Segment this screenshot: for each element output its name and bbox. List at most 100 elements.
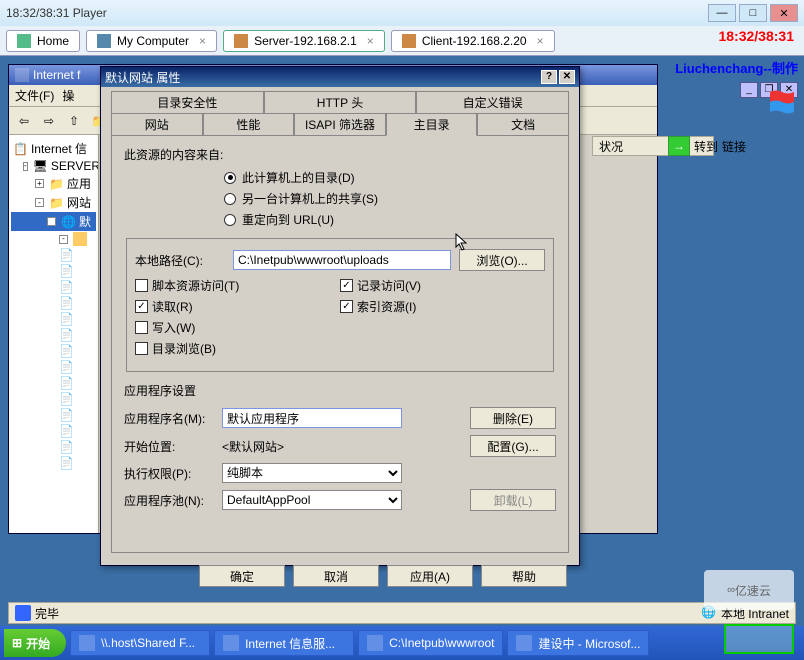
tree-sub[interactable]: 📄 <box>11 359 96 375</box>
tree-sub[interactable]: 📄 <box>11 455 96 471</box>
tab-website[interactable]: 网站 <box>111 113 203 135</box>
config-button[interactable]: 配置(G)... <box>470 435 556 457</box>
tree-sub[interactable]: 📄 <box>11 279 96 295</box>
exec-perm-select[interactable]: 纯脚本 <box>222 463 402 483</box>
cancel-button[interactable]: 取消 <box>293 565 379 587</box>
forward-icon[interactable]: ⇨ <box>38 110 60 132</box>
ok-button[interactable]: 确定 <box>199 565 285 587</box>
tree-default-site[interactable]: -🌐 默 <box>11 212 96 231</box>
folder-icon <box>367 635 383 651</box>
local-path-input[interactable] <box>233 250 451 270</box>
checkbox-icon[interactable] <box>135 342 148 355</box>
collapse-icon[interactable]: - <box>35 198 44 207</box>
radio-icon[interactable] <box>224 172 236 184</box>
radio-local-dir[interactable]: 此计算机上的目录(D) <box>224 169 556 186</box>
tab-custom-errors[interactable]: 自定义错误 <box>416 91 569 113</box>
tree-sub[interactable]: 📄 <box>11 423 96 439</box>
tree-apps[interactable]: +📁 应用 <box>11 174 96 193</box>
menu-file[interactable]: 文件(F) <box>15 87 54 104</box>
help-button[interactable]: 帮助 <box>481 565 567 587</box>
tree-server[interactable]: -🖥 SERVER6 <box>11 158 96 174</box>
expand-icon[interactable]: + <box>35 179 44 188</box>
tab-performance[interactable]: 性能 <box>203 113 295 135</box>
minimize-btn[interactable]: — <box>708 4 736 22</box>
tree-sub[interactable]: 📄 <box>11 439 96 455</box>
windows-logo-icon: ⊞ <box>12 636 22 650</box>
task-shared-folder[interactable]: \\.host\Shared F... <box>70 630 210 656</box>
help-icon[interactable]: ? <box>541 70 557 84</box>
server-icon <box>234 34 248 48</box>
tree-sub[interactable]: 📄 <box>11 391 96 407</box>
dialog-buttons: 确定 取消 应用(A) 帮助 <box>101 557 579 595</box>
maximize-btn[interactable]: □ <box>739 4 767 22</box>
radio-share[interactable]: 另一台计算机上的共享(S) <box>224 190 556 207</box>
app-pool-select[interactable]: DefaultAppPool <box>222 490 402 510</box>
tab-home[interactable]: Home <box>6 30 80 52</box>
check-script-source[interactable]: 脚本资源访问(T) <box>135 277 239 294</box>
minimize-icon[interactable]: _ <box>740 82 758 98</box>
folder-icon <box>73 232 87 246</box>
iis-icon <box>15 68 29 82</box>
checkbox-icon[interactable] <box>135 300 148 313</box>
close-btn[interactable]: ✕ <box>770 4 798 22</box>
checkbox-icon[interactable] <box>340 300 353 313</box>
start-button[interactable]: ⊞ 开始 <box>4 629 66 657</box>
links-label[interactable]: 链接 <box>722 138 746 155</box>
collapse-icon[interactable]: - <box>23 162 28 171</box>
radio-redirect[interactable]: 重定向到 URL(U) <box>224 211 556 228</box>
tab-client[interactable]: Client-192.168.2.20× <box>391 30 555 52</box>
task-ie[interactable]: 建设中 - Microsof... <box>507 630 649 656</box>
collapse-icon[interactable]: - <box>47 217 56 226</box>
col-status[interactable]: 状况 <box>599 138 623 155</box>
remove-button[interactable]: 删除(E) <box>470 407 556 429</box>
tab-http-headers[interactable]: HTTP 头 <box>264 91 417 113</box>
app-name-input[interactable] <box>222 408 402 428</box>
checkbox-icon[interactable] <box>135 279 148 292</box>
tab-documents[interactable]: 文档 <box>477 113 569 135</box>
checkbox-icon[interactable] <box>135 321 148 334</box>
tree-sub[interactable]: 📄 <box>11 375 96 391</box>
tree-sub[interactable]: 📄 <box>11 247 96 263</box>
windows-flag-icon <box>766 86 798 118</box>
go-button[interactable]: → <box>668 136 690 156</box>
check-dir-browse[interactable]: 目录浏览(B) <box>135 340 216 357</box>
tab-home-directory[interactable]: 主目录 <box>386 113 478 136</box>
unload-button: 卸载(L) <box>470 489 556 511</box>
close-icon[interactable]: × <box>367 34 374 48</box>
check-write[interactable]: 写入(W) <box>135 319 195 336</box>
browse-button[interactable]: 浏览(O)... <box>459 249 545 271</box>
check-read[interactable]: 读取(R) <box>135 298 193 315</box>
up-icon[interactable]: ⇧ <box>63 110 85 132</box>
check-index[interactable]: 索引资源(I) <box>340 298 416 315</box>
tab-isapi[interactable]: ISAPI 筛选器 <box>294 113 386 135</box>
radio-icon[interactable] <box>224 193 236 205</box>
tree-root[interactable]: 📋 Internet 信 <box>11 139 96 158</box>
menu-edit[interactable]: 操 <box>62 87 74 104</box>
back-icon[interactable]: ⇦ <box>13 110 35 132</box>
tab-server[interactable]: Server-192.168.2.1× <box>223 30 385 52</box>
close-icon[interactable]: × <box>537 34 544 48</box>
tree-sub[interactable]: - <box>11 231 96 247</box>
tree-sub[interactable]: 📄 <box>11 327 96 343</box>
check-log[interactable]: 记录访问(V) <box>340 277 421 294</box>
close-icon[interactable]: ✕ <box>559 70 575 84</box>
close-icon[interactable]: × <box>199 34 206 48</box>
tabs-row-2: 网站 性能 ISAPI 筛选器 主目录 文档 <box>111 113 569 135</box>
task-explorer[interactable]: C:\Inetpub\wwwroot <box>358 630 503 656</box>
apply-button[interactable]: 应用(A) <box>387 565 473 587</box>
tree-sub[interactable]: 📄 <box>11 263 96 279</box>
tree-sub[interactable]: 📄 <box>11 295 96 311</box>
dialog-titlebar[interactable]: 默认网站 属性 ? ✕ <box>101 67 579 87</box>
tree-sub[interactable]: 📄 <box>11 311 96 327</box>
tree-web[interactable]: +📁 Web . <box>11 531 96 533</box>
tab-dir-security[interactable]: 目录安全性 <box>111 91 264 113</box>
tree-view[interactable]: 📋 Internet 信 -🖥 SERVER6 +📁 应用 -📁 网站 -🌐 默… <box>9 135 99 533</box>
tree-sites[interactable]: -📁 网站 <box>11 193 96 212</box>
collapse-icon[interactable]: - <box>59 235 68 244</box>
checkbox-icon[interactable] <box>340 279 353 292</box>
tree-sub[interactable]: 📄 <box>11 407 96 423</box>
tab-mycomputer[interactable]: My Computer× <box>86 30 217 52</box>
tree-sub[interactable]: 📄 <box>11 343 96 359</box>
radio-icon[interactable] <box>224 214 236 226</box>
task-iis[interactable]: Internet 信息服... <box>214 630 354 656</box>
